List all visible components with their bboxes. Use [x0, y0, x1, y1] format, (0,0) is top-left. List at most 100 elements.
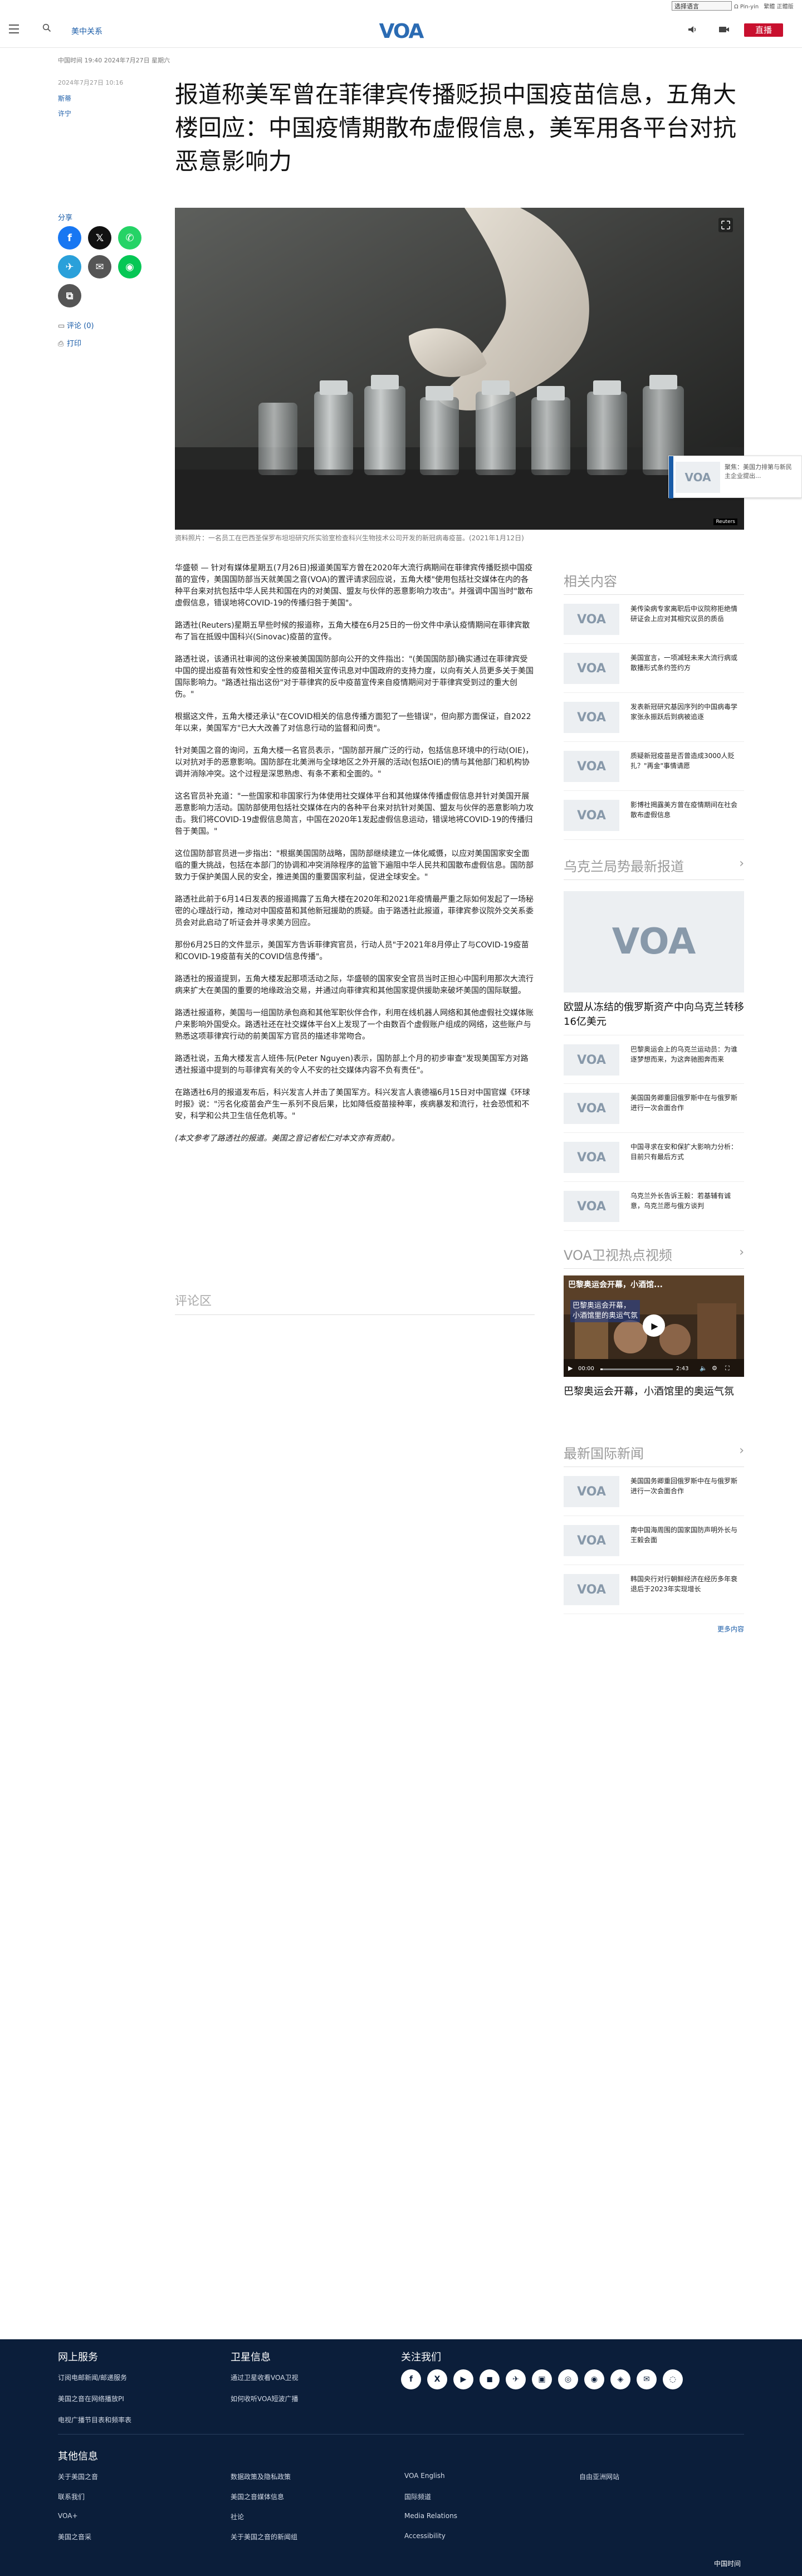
traditional-link[interactable]: 繁體 正體版	[764, 4, 793, 10]
list-item[interactable]: VOA 美国国务卿重回俄罗斯中在与俄罗斯进行一次会面合作	[564, 1467, 744, 1516]
thumbnail-logo: VOA	[564, 702, 619, 733]
rss-icon[interactable]: ◈	[610, 2369, 630, 2389]
audio-icon[interactable]	[687, 25, 697, 35]
list-item[interactable]: VOA 南中国海周围的国家国防声明外长与王毅会面	[564, 1516, 744, 1565]
footer-link[interactable]: Media Relations	[404, 2512, 457, 2520]
footer-link[interactable]: VOA+	[58, 2512, 78, 2520]
whatsapp-icon[interactable]: ◎	[558, 2369, 578, 2389]
video-icon[interactable]	[718, 25, 730, 35]
instagram-icon[interactable]: ▣	[532, 2369, 552, 2389]
footer-link[interactable]: 数据政策及隐私政策	[231, 2472, 291, 2481]
paragraph: 这位国防部官员进一步指出："根据美国国防战略，国防部继续建立一体化威慑，以应对美…	[175, 849, 534, 882]
tv-icon[interactable]: ◼	[480, 2369, 500, 2389]
youtube-icon[interactable]: ▶	[453, 2369, 473, 2389]
list-item[interactable]: VOA 美传染病专家离职后中议院称拒绝情研证会上应对其相究议员的质岳	[564, 595, 744, 644]
x-icon[interactable]: X	[427, 2369, 447, 2389]
list-item[interactable]: VOA 韩国央行对行朝鲜经济在经历多年衰退后于2023年实现增长	[564, 1565, 744, 1614]
search-icon[interactable]	[42, 23, 51, 32]
play-button[interactable]: ▶	[643, 1314, 665, 1337]
pinyin-link[interactable]: Ω Pin-yin	[734, 4, 759, 10]
list-item-title[interactable]: 发表新冠研究基因序列的中国病毒学家张永振跃后到病被追逐	[630, 702, 742, 722]
list-item-title[interactable]: 美国宣言，一项减轻未来大流行病或散播形式条约签约方	[630, 653, 742, 673]
list-item[interactable]: VOA 巴黎奥运会上的乌克兰运动员：为谁逐梦想而来，为这奔驰图奔而来	[564, 1035, 744, 1084]
image-caption: 资料照片：一名员工在巴西圣保罗布坦坦研究所实验室检查科兴生物技术公司开发的新冠病…	[175, 534, 524, 542]
list-item[interactable]: VOA 美国国务卿重回俄罗斯中在与俄罗斯进行一次会面合作	[564, 1084, 744, 1133]
footer-satellite-heading: 卫星信息	[231, 2352, 271, 2363]
print-link[interactable]: ⎙ 打印	[58, 338, 81, 348]
lead-story-image[interactable]: VOA	[564, 891, 744, 993]
print-icon: ⎙	[58, 340, 64, 348]
thumbnail-logo: VOA	[564, 800, 619, 831]
footer-link[interactable]: VOA English	[404, 2472, 445, 2480]
ukraine-heading[interactable]: 乌克兰局势最新报道 ›	[564, 856, 744, 880]
paragraph: 路透社的报道提到，五角大楼发起那项活动之际，华盛顿的国家安全官员当时正担心中国利…	[175, 975, 534, 995]
list-item[interactable]: VOA 影博社揭露美方曾在疫情期间在社会散布虚假信息	[564, 791, 744, 840]
voa-logo[interactable]: VOA	[372, 20, 430, 41]
menu-icon[interactable]	[9, 25, 19, 33]
list-item-title[interactable]: 乌克兰外长告诉王毅：若基辅有诚意，乌克兰愿与俄方谈判	[630, 1191, 742, 1211]
list-item[interactable]: VOA 中国寻求在安和保扩大影响力分析：目前只有最后方式	[564, 1133, 744, 1182]
facebook-icon[interactable]: f	[401, 2369, 421, 2389]
list-item[interactable]: VOA 美国宣言，一项减轻未来大流行病或散播形式条约签约方	[564, 644, 744, 693]
list-item[interactable]: VOA 质疑新冠疫苗是否曾造成3000人贬扎？"再金"事情请愿	[564, 742, 744, 791]
script-links: Ω Pin-yin 繁體 正體版	[734, 2, 797, 10]
facebook-share-icon[interactable]: f	[58, 226, 81, 250]
author-link[interactable]: 许宁	[58, 109, 169, 118]
footer-link[interactable]: 订阅电邮新闻/邮递服务	[58, 2373, 127, 2382]
list-item-title[interactable]: 韩国央行对行朝鲜经济在经历多年衰退后于2023年实现增长	[630, 1574, 742, 1594]
email-icon[interactable]: ✉	[637, 2369, 657, 2389]
video-heading[interactable]: VOA卫视热点视频 ›	[564, 1244, 744, 1269]
footer-link[interactable]: 通过卫星收看VOA卫视	[231, 2373, 298, 2382]
footer-link[interactable]: 社论	[231, 2512, 244, 2521]
footer-link[interactable]: Accessibility	[404, 2532, 446, 2540]
comments-link[interactable]: ▭ 评论 (0)	[58, 320, 94, 330]
paragraph: 路透社报道称，美国与一组国防承包商和其他军职伙伴合作，利用在线机器人网络和其他虚…	[175, 1009, 534, 1041]
copy-link-icon[interactable]: ⧉	[58, 284, 81, 307]
footer-link[interactable]: 美国之音媒体信息	[231, 2492, 284, 2501]
volume-icon[interactable]: 🔈	[700, 1365, 707, 1372]
footer-link[interactable]: 自由亚洲网站	[579, 2472, 619, 2481]
live-button[interactable]: 直播	[744, 23, 783, 37]
telegram-icon[interactable]: ✈	[506, 2369, 526, 2389]
author-link[interactable]: 斯蒂	[58, 94, 169, 103]
lead-story-title[interactable]: 欧盟从冻结的俄罗斯资产中向乌克兰转移16亿美元	[564, 1000, 744, 1029]
list-item-title[interactable]: 美国国务卿重回俄罗斯中在与俄罗斯进行一次会面合作	[630, 1476, 742, 1496]
more-link[interactable]: 更多内容	[564, 1624, 744, 1634]
line-share-icon[interactable]: ◉	[118, 255, 141, 278]
footer-link[interactable]: 联系我们	[58, 2492, 85, 2501]
podcast-icon[interactable]: ◉	[584, 2369, 604, 2389]
floating-news-card[interactable]: VOA 聚焦：美国力排第与新民主企业提出...	[668, 456, 802, 498]
list-item-title[interactable]: 巴黎奥运会上的乌克兰运动员：为谁逐梦想而来，为这奔驰图奔而来	[630, 1044, 742, 1064]
video-progress-bar[interactable]	[600, 1368, 673, 1370]
video-title[interactable]: 巴黎奥运会开幕，小酒馆里的奥运气氛	[564, 1385, 744, 1399]
language-select[interactable]: 选择语言	[672, 1, 732, 11]
telegram-share-icon[interactable]: ✈	[58, 255, 81, 278]
fullscreen-icon[interactable]: ⛶	[725, 1365, 730, 1372]
x-share-icon[interactable]: 𝕏	[88, 226, 111, 250]
footer-link[interactable]: 美国之音采	[58, 2532, 91, 2541]
settings-icon[interactable]: ⚙	[712, 1365, 717, 1372]
footer-link[interactable]: 关于美国之音	[58, 2472, 98, 2481]
intl-heading[interactable]: 最新国际新闻 ›	[564, 1443, 744, 1467]
floating-card-text: 聚焦：美国力排第与新民主企业提出...	[725, 463, 792, 480]
list-item-title[interactable]: 中国寻求在安和保扩大影响力分析：目前只有最后方式	[630, 1142, 742, 1162]
footer-link[interactable]: 关于美国之音的新闻组	[231, 2532, 297, 2541]
list-item-title[interactable]: 质疑新冠疫苗是否曾造成3000人贬扎？"再金"事情请愿	[630, 751, 742, 771]
footer-link[interactable]: 电视广播节目表和频率表	[58, 2415, 131, 2425]
section-title[interactable]: 美中关系	[71, 26, 102, 37]
footer-link[interactable]: 如何收听VOA短波广播	[231, 2394, 298, 2403]
footer-link[interactable]: 美国之音在网络播放PI	[58, 2394, 124, 2403]
list-item-title[interactable]: 美传染病专家离职后中议院称拒绝情研证会上应对其相究议员的质岳	[630, 604, 742, 624]
footer-link[interactable]: 国际频道	[404, 2492, 431, 2501]
list-item-title[interactable]: 南中国海周围的国家国防声明外长与王毅会面	[630, 1525, 742, 1545]
control-play-icon[interactable]: ▶	[568, 1365, 573, 1372]
list-item[interactable]: VOA 发表新冠研究基因序列的中国病毒学家张永振跃后到病被追逐	[564, 693, 744, 742]
email-share-icon[interactable]: ✉	[88, 255, 111, 278]
list-item-title[interactable]: 美国国务卿重回俄罗斯中在与俄罗斯进行一次会面合作	[630, 1093, 742, 1113]
list-item[interactable]: VOA 乌克兰外长告诉王毅：若基辅有诚意，乌克兰愿与俄方谈判	[564, 1182, 744, 1231]
article-headline: 报道称美军曾在菲律宾传播贬损中国疫苗信息，五角大楼回应：中国疫情期散布虚假信息，…	[175, 81, 737, 175]
video-player[interactable]: 巴黎奥运会开幕，小酒馆... 巴黎奥运会开幕， 小酒馆里的奥运气氛 ▶ ▶ 00…	[564, 1275, 744, 1377]
app-icon[interactable]: ◌	[663, 2369, 683, 2389]
whatsapp-share-icon[interactable]: ✆	[118, 226, 141, 250]
list-item-title[interactable]: 影博社揭露美方曾在疫情期间在社会散布虚假信息	[630, 800, 742, 820]
